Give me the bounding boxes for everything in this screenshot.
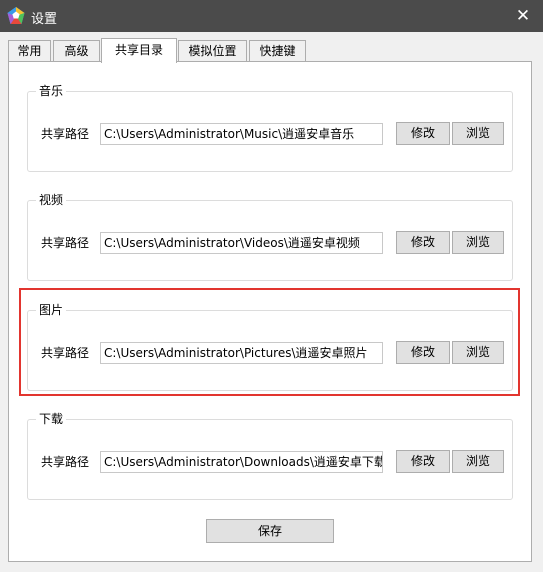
music-group: 音乐 共享路径 C:\Users\Administrator\Music\逍遥安… xyxy=(27,83,513,172)
video-path-field[interactable]: C:\Users\Administrator\Videos\逍遥安卓视频 xyxy=(100,232,383,254)
title-bar[interactable]: 设置 ✕ xyxy=(0,0,543,32)
pictures-modify-button[interactable]: 修改 xyxy=(396,341,450,364)
path-label: 共享路径 xyxy=(41,127,90,141)
tab-shared-folders[interactable]: 共享目录 xyxy=(101,38,177,63)
music-path-field[interactable]: C:\Users\Administrator\Music\逍遥安卓音乐 xyxy=(100,123,383,145)
downloads-modify-button[interactable]: 修改 xyxy=(396,450,450,473)
app-logo-icon xyxy=(7,7,25,24)
pictures-path-field[interactable]: C:\Users\Administrator\Pictures\逍遥安卓照片 xyxy=(100,342,383,364)
video-browse-button[interactable]: 浏览 xyxy=(452,231,504,254)
downloads-path-field[interactable]: C:\Users\Administrator\Downloads\逍遥安卓下载 xyxy=(100,451,383,473)
path-label: 共享路径 xyxy=(41,346,90,360)
downloads-browse-button[interactable]: 浏览 xyxy=(452,450,504,473)
music-modify-button[interactable]: 修改 xyxy=(396,122,450,145)
video-modify-button[interactable]: 修改 xyxy=(396,231,450,254)
pictures-browse-button[interactable]: 浏览 xyxy=(452,341,504,364)
save-button[interactable]: 保存 xyxy=(206,519,334,543)
tab-general[interactable]: 常用 xyxy=(8,40,51,62)
music-browse-button[interactable]: 浏览 xyxy=(452,122,504,145)
tab-shortcuts[interactable]: 快捷键 xyxy=(249,40,306,62)
window-title: 设置 xyxy=(31,12,58,27)
group-title: 视频 xyxy=(36,192,67,208)
pictures-group: 图片 共享路径 C:\Users\Administrator\Pictures\… xyxy=(27,302,513,391)
shared-folders-panel: 音乐 共享路径 C:\Users\Administrator\Music\逍遥安… xyxy=(8,61,532,562)
path-label: 共享路径 xyxy=(41,455,90,469)
downloads-group: 下载 共享路径 C:\Users\Administrator\Downloads… xyxy=(27,411,513,500)
tab-mock-location[interactable]: 模拟位置 xyxy=(178,40,247,62)
group-title: 音乐 xyxy=(36,83,67,99)
path-label: 共享路径 xyxy=(41,236,90,250)
settings-window: 设置 ✕ 常用 高级 共享目录 模拟位置 快捷键 音乐 共享路径 C:\User… xyxy=(0,0,543,572)
tab-strip: 常用 高级 共享目录 模拟位置 快捷键 xyxy=(8,38,528,63)
video-group: 视频 共享路径 C:\Users\Administrator\Videos\逍遥… xyxy=(27,192,513,281)
group-title: 下载 xyxy=(36,411,67,427)
group-title: 图片 xyxy=(36,302,67,318)
close-button[interactable]: ✕ xyxy=(503,0,543,32)
tab-advanced[interactable]: 高级 xyxy=(53,40,100,62)
